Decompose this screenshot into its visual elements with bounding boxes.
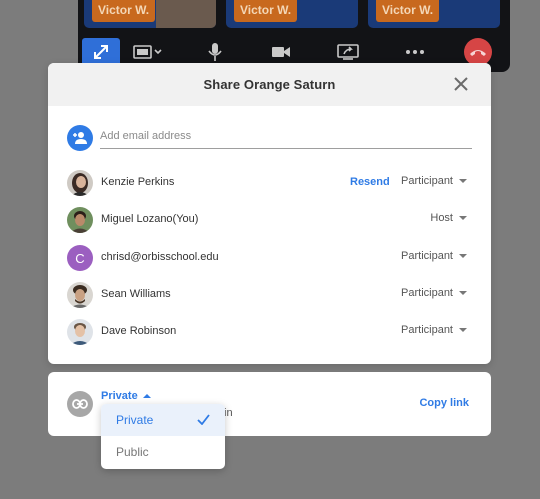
role-dropdown[interactable]: Participant (401, 287, 467, 299)
more-icon (406, 50, 424, 54)
member-name: Kenzie Perkins (101, 176, 175, 188)
member-name: Miguel Lozano(You) (101, 213, 199, 225)
hang-up-button[interactable] (460, 38, 496, 66)
microphone-button[interactable] (200, 38, 230, 66)
video-call-window: Victor W. Victor W. Victor W. (78, 0, 510, 72)
menu-item-public[interactable]: Public (101, 436, 225, 468)
menu-item-label: Public (116, 445, 149, 459)
chevron-down-icon (459, 328, 467, 332)
avatar (67, 282, 93, 308)
menu-item-label: Private (116, 413, 154, 427)
hang-up-icon (464, 38, 492, 66)
chevron-down-icon (459, 179, 467, 183)
avatar (67, 170, 93, 196)
role-dropdown[interactable]: Participant (401, 250, 467, 262)
avatar (67, 319, 93, 345)
email-input[interactable] (100, 127, 472, 149)
role-dropdown[interactable]: Participant (401, 324, 467, 336)
fullscreen-button[interactable] (82, 38, 120, 66)
layout-icon (133, 45, 162, 59)
check-icon (197, 414, 210, 425)
copy-link-button[interactable]: Copy link (419, 397, 469, 409)
member-name: Sean Williams (101, 288, 171, 300)
member-row: C chrisd@orbisschool.edu Participant (67, 245, 472, 271)
member-name: Dave Robinson (101, 325, 177, 337)
participant-name-tag: Victor W. (92, 0, 156, 22)
chevron-down-icon (459, 291, 467, 295)
participant-name-tag: Victor W. (234, 0, 298, 22)
member-row: Sean Williams Participant (67, 282, 472, 308)
participant-tile[interactable]: Victor W. (84, 0, 216, 28)
role-label: Participant (401, 324, 453, 336)
role-dropdown[interactable]: Participant (401, 175, 467, 187)
chevron-down-icon (459, 216, 467, 220)
layout-button[interactable] (128, 38, 168, 66)
participant-name-tag: Victor W. (376, 0, 440, 22)
link-icon (72, 399, 88, 409)
member-name: chrisd@orbisschool.edu (101, 251, 219, 263)
dialog-header: Share Orange Saturn (48, 63, 491, 106)
avatar (67, 207, 93, 233)
add-user-icon (73, 132, 87, 144)
participant-tile[interactable]: Victor W. (226, 0, 358, 28)
role-label: Participant (401, 175, 453, 187)
close-button[interactable] (453, 76, 469, 92)
fullscreen-icon (94, 45, 108, 59)
dialog-title: Share Orange Saturn (203, 77, 336, 92)
screen-share-icon (337, 44, 359, 60)
camera-button[interactable] (266, 38, 296, 66)
member-row: Kenzie Perkins Resend Participant (67, 170, 472, 196)
add-user-button[interactable] (67, 125, 93, 151)
privacy-label: Private (101, 390, 138, 402)
link-icon-badge (67, 391, 93, 417)
role-label: Participant (401, 287, 453, 299)
chevron-down-icon (459, 254, 467, 258)
role-label: Host (430, 212, 453, 224)
role-dropdown[interactable]: Host (430, 212, 467, 224)
avatar: C (67, 245, 93, 271)
participant-video (156, 0, 216, 28)
screen-share-button[interactable] (333, 38, 363, 66)
role-label: Participant (401, 250, 453, 262)
privacy-menu: Private Public (101, 404, 225, 469)
privacy-dropdown-toggle[interactable]: Private (101, 390, 151, 402)
menu-item-private[interactable]: Private (101, 404, 225, 436)
participant-tile[interactable]: Victor W. (368, 0, 500, 28)
link-description: in (224, 407, 233, 419)
close-icon (454, 77, 468, 91)
microphone-icon (208, 43, 222, 61)
member-row: Dave Robinson Participant (67, 319, 472, 345)
chevron-up-icon (142, 394, 151, 398)
share-dialog: Share Orange Saturn Kenzie Per (48, 63, 491, 364)
invite-row (67, 125, 472, 155)
more-options-button[interactable] (400, 38, 430, 66)
resend-button[interactable]: Resend (350, 176, 390, 188)
member-row: Miguel Lozano(You) Host (67, 207, 472, 233)
camera-icon (272, 47, 290, 57)
